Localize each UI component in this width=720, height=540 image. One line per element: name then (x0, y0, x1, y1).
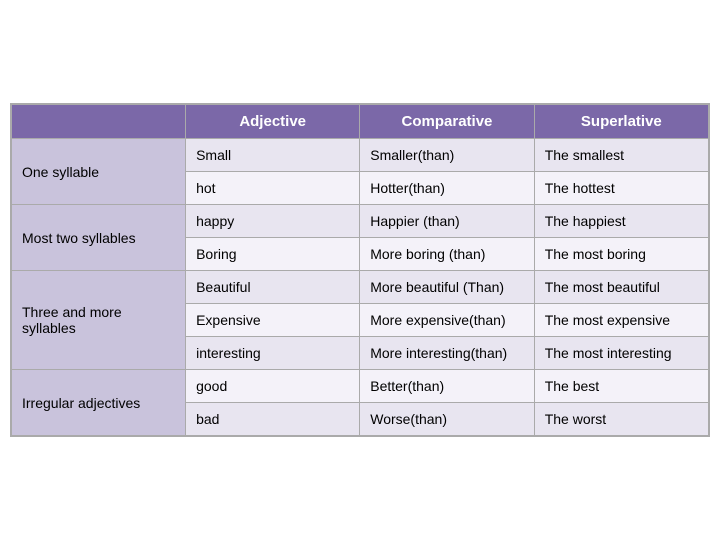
superlative-cell: The most interesting (534, 337, 708, 370)
adjective-cell: hot (186, 172, 360, 205)
superlative-cell: The happiest (534, 205, 708, 238)
header-adjective: Adjective (186, 105, 360, 139)
comparative-cell: Happier (than) (360, 205, 534, 238)
category-cell: One syllable (12, 139, 186, 205)
superlative-cell: The most expensive (534, 304, 708, 337)
category-cell: Irregular adjectives (12, 370, 186, 436)
comparative-cell: More beautiful (Than) (360, 271, 534, 304)
table-row: One syllableSmallSmaller(than)The smalle… (12, 139, 709, 172)
grammar-table: Adjective Comparative Superlative One sy… (10, 103, 710, 437)
table-row: Irregular adjectivesgoodBetter(than)The … (12, 370, 709, 403)
comparative-cell: Smaller(than) (360, 139, 534, 172)
header-superlative: Superlative (534, 105, 708, 139)
comparative-cell: More boring (than) (360, 238, 534, 271)
superlative-cell: The hottest (534, 172, 708, 205)
superlative-cell: The best (534, 370, 708, 403)
adjective-cell: interesting (186, 337, 360, 370)
adjective-cell: good (186, 370, 360, 403)
adjective-cell: Small (186, 139, 360, 172)
comparative-cell: Worse(than) (360, 403, 534, 436)
adjective-cell: Boring (186, 238, 360, 271)
category-cell: Three and more syllables (12, 271, 186, 370)
comparative-cell: Better(than) (360, 370, 534, 403)
header-category (12, 105, 186, 139)
superlative-cell: The most boring (534, 238, 708, 271)
category-cell: Most two syllables (12, 205, 186, 271)
table-row: Three and more syllablesBeautifulMore be… (12, 271, 709, 304)
comparative-cell: More expensive(than) (360, 304, 534, 337)
adjective-cell: Beautiful (186, 271, 360, 304)
superlative-cell: The worst (534, 403, 708, 436)
comparative-cell: Hotter(than) (360, 172, 534, 205)
superlative-cell: The smallest (534, 139, 708, 172)
superlative-cell: The most beautiful (534, 271, 708, 304)
adjective-cell: Expensive (186, 304, 360, 337)
comparative-cell: More interesting(than) (360, 337, 534, 370)
header-comparative: Comparative (360, 105, 534, 139)
adjective-cell: bad (186, 403, 360, 436)
adjective-cell: happy (186, 205, 360, 238)
table-row: Most two syllableshappyHappier (than)The… (12, 205, 709, 238)
